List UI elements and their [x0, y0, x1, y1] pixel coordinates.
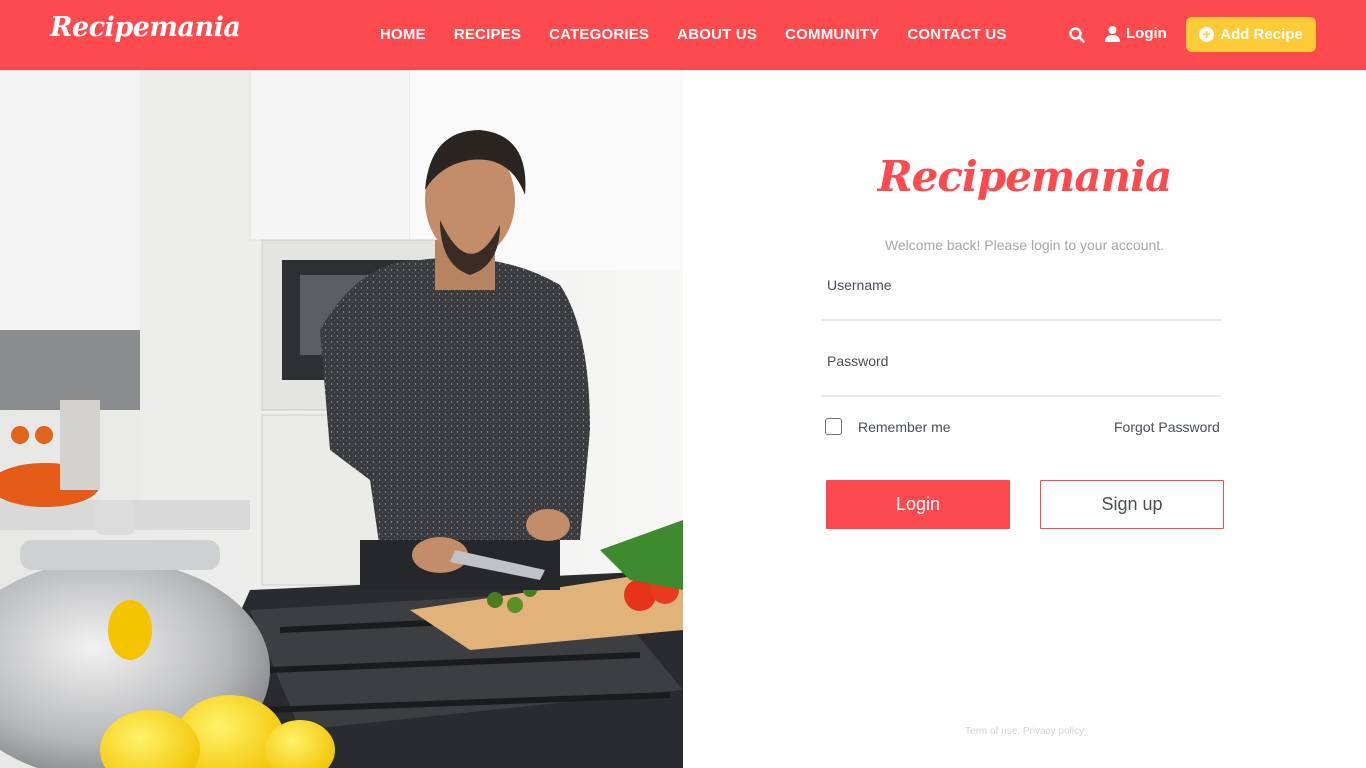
login-panel: Recipemania Welcome back! Please login t… — [683, 70, 1366, 768]
remember-me[interactable]: Remember me — [825, 418, 951, 435]
welcome-text: Welcome back! Please login to your accou… — [884, 237, 1165, 253]
user-icon — [1105, 26, 1120, 42]
forgot-password-link[interactable]: Forgot Password — [1114, 419, 1220, 435]
username-field — [821, 269, 1221, 321]
signup-button[interactable]: Sign up — [1040, 480, 1224, 529]
hero-kitchen-image — [0, 70, 683, 768]
brand-logo[interactable]: Recipemania — [50, 12, 241, 43]
password-field — [821, 345, 1221, 397]
username-input[interactable] — [827, 277, 1215, 293]
remember-me-label: Remember me — [858, 418, 951, 435]
plus-circle-icon: + — [1199, 27, 1215, 42]
footer-links: Term of use. Privacy policy — [683, 726, 1366, 737]
nav-contact-us[interactable]: CONTACT US — [907, 26, 1006, 43]
nav-categories[interactable]: CATEGORIES — [549, 26, 649, 43]
nav-community[interactable]: COMMUNITY — [785, 26, 879, 43]
header-login-link[interactable]: Login — [1104, 25, 1167, 42]
privacy-link[interactable]: Privacy policy — [1023, 726, 1084, 737]
main-nav: HOME RECIPES CATEGORIES ABOUT US COMMUNI… — [380, 26, 1035, 43]
search-icon[interactable] — [1068, 26, 1086, 44]
header-login-label: Login — [1126, 25, 1167, 42]
login-button[interactable]: Login — [826, 480, 1010, 529]
terms-link[interactable]: Term of use. — [965, 726, 1020, 737]
password-input[interactable] — [827, 353, 1215, 369]
nav-about-us[interactable]: ABOUT US — [677, 26, 757, 43]
remember-me-checkbox[interactable] — [825, 418, 842, 435]
top-navbar: Recipemania HOME RECIPES CATEGORIES ABOU… — [0, 0, 1366, 70]
nav-recipes[interactable]: RECIPES — [454, 26, 521, 43]
add-recipe-button[interactable]: + Add Recipe — [1186, 17, 1316, 52]
add-recipe-label: Add Recipe — [1220, 26, 1303, 43]
login-logo: Recipemania — [877, 152, 1173, 201]
nav-home[interactable]: HOME — [380, 26, 426, 43]
